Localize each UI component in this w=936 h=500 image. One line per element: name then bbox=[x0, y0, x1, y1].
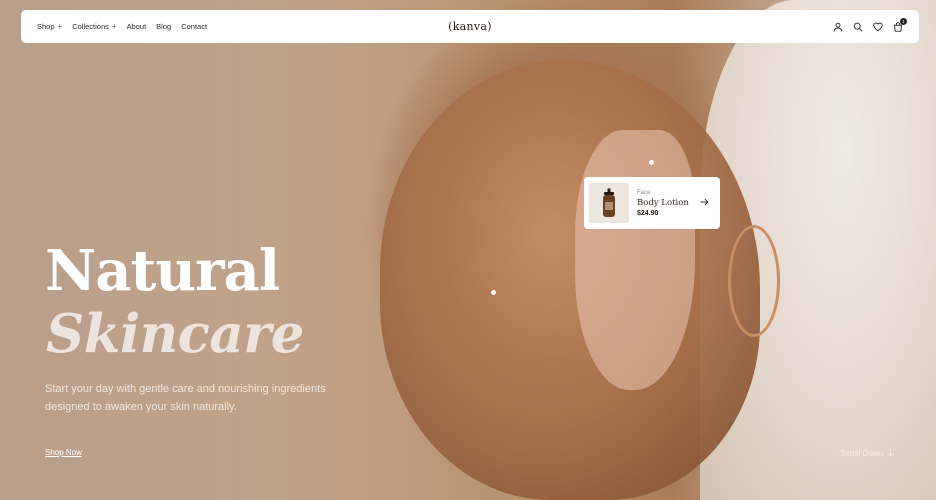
hero-title-line1: Natural bbox=[45, 238, 280, 304]
nav-item-contact[interactable]: Contact bbox=[181, 22, 207, 31]
hero-earring-shape bbox=[728, 225, 780, 337]
product-price: $24.90 bbox=[637, 209, 659, 217]
nav-links: Shop + Collections + About Blog Contact bbox=[37, 22, 207, 31]
arrow-down-icon bbox=[887, 448, 894, 459]
plus-icon: + bbox=[111, 22, 117, 31]
top-nav: Shop + Collections + About Blog Contact … bbox=[21, 10, 919, 43]
nav-item-about[interactable]: About bbox=[127, 22, 147, 31]
brand-logo[interactable]: (kanva) bbox=[448, 20, 492, 33]
cart-icon[interactable]: 1 bbox=[893, 17, 907, 32]
product-thumbnail bbox=[589, 183, 629, 223]
hero-title-line2: Skincare bbox=[46, 303, 304, 365]
nav-item-label: Shop bbox=[37, 22, 55, 31]
nav-item-label: Contact bbox=[181, 22, 208, 31]
nav-item-label: Blog bbox=[156, 22, 172, 31]
nav-item-shop[interactable]: Shop + bbox=[37, 22, 62, 31]
cart-count-badge: 1 bbox=[900, 17, 907, 25]
heart-icon[interactable] bbox=[873, 22, 883, 32]
hero-cream-patch bbox=[575, 130, 695, 390]
user-icon[interactable] bbox=[833, 22, 843, 32]
product-info: Face Body Lotion $24.90 bbox=[637, 190, 692, 217]
product-card[interactable]: Face Body Lotion $24.90 bbox=[584, 177, 720, 229]
plus-icon: + bbox=[57, 22, 63, 31]
search-icon[interactable] bbox=[853, 22, 863, 32]
shop-now-link[interactable]: Shop Now bbox=[45, 448, 82, 457]
nav-item-collections[interactable]: Collections + bbox=[72, 22, 116, 31]
scroll-down-label: Scroll Down bbox=[840, 449, 883, 458]
hotspot-dot[interactable] bbox=[491, 290, 496, 295]
hero-subtitle: Start your day with gentle care and nour… bbox=[45, 383, 326, 413]
product-name: Body Lotion bbox=[637, 197, 689, 208]
nav-item-label: About bbox=[126, 22, 147, 31]
arrow-right-icon[interactable] bbox=[700, 198, 709, 208]
lotion-bottle-icon bbox=[603, 188, 615, 217]
nav-icons: 1 bbox=[833, 17, 907, 32]
product-category: Face bbox=[637, 189, 651, 196]
scroll-down-link[interactable]: Scroll Down bbox=[840, 448, 894, 459]
nav-item-label: Collections bbox=[72, 22, 109, 31]
nav-item-blog[interactable]: Blog bbox=[156, 22, 171, 31]
hotspot-dot[interactable] bbox=[649, 160, 654, 165]
